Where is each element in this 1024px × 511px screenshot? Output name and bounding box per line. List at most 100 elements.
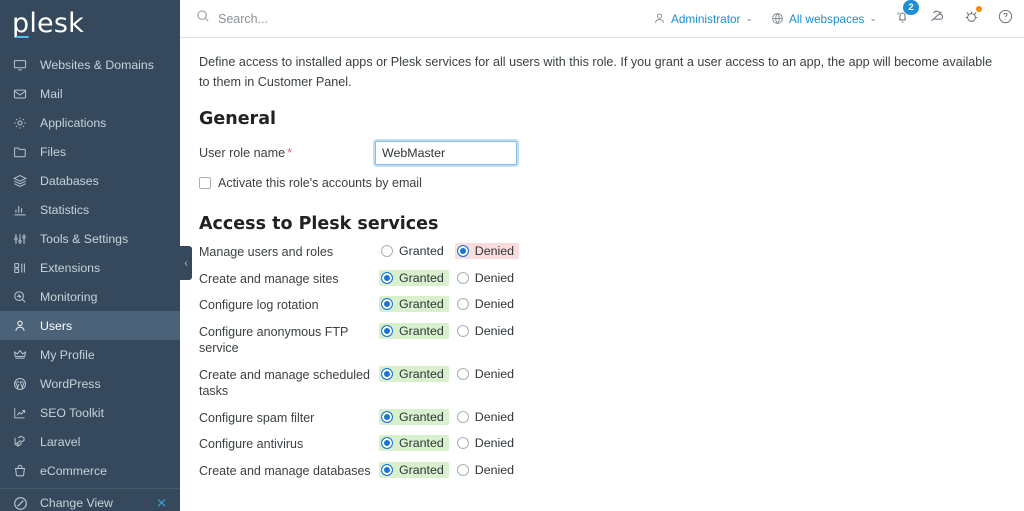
radio-label-granted: Granted — [399, 410, 444, 424]
sidebar-item-label: Applications — [40, 116, 106, 130]
webspaces-menu[interactable]: All webspaces ⌄ — [771, 12, 877, 26]
sidebar-item-statistics[interactable]: Statistics — [0, 195, 180, 224]
service-radio-group: Granted Denied — [379, 243, 519, 259]
sidebar-item-wordpress[interactable]: WordPress — [0, 369, 180, 398]
radio-label-granted: Granted — [399, 271, 444, 285]
service-row: Create and manage databasesGrantedDenied — [199, 462, 1004, 480]
sidebar-item-monitoring[interactable]: Monitoring — [0, 282, 180, 311]
radio-granted[interactable]: Granted — [379, 296, 449, 312]
radio-granted[interactable]: Granted — [379, 435, 449, 451]
sidebar: plesk Websites & Domains Mail Applications… — [0, 0, 180, 511]
radio-denied[interactable]: Denied — [455, 270, 519, 286]
radio-dot-denied[interactable] — [457, 437, 469, 449]
radio-denied[interactable]: Denied — [455, 435, 519, 451]
service-row: Configure antivirus Granted Denied — [199, 435, 1004, 453]
radio-denied[interactable]: Denied — [455, 323, 519, 339]
radio-denied[interactable]: Denied — [455, 462, 519, 478]
chevron-down-icon: ⌄ — [745, 14, 753, 23]
sidebar-item-databases[interactable]: Databases — [0, 166, 180, 195]
plesk-logo[interactable]: plesk — [0, 0, 180, 47]
radio-denied[interactable]: Denied — [455, 243, 519, 259]
radio-dot-denied[interactable] — [457, 325, 469, 337]
service-radio-group: Granted Denied — [379, 323, 519, 339]
radio-granted[interactable]: Granted — [379, 270, 449, 286]
sidebar-item-seo-toolkit[interactable]: SEO Toolkit — [0, 398, 180, 427]
webspaces-label: All webspaces — [789, 12, 864, 26]
radio-granted[interactable]: Granted — [379, 323, 449, 339]
sidebar-item-label: Extensions — [40, 261, 100, 275]
radio-dot-denied[interactable] — [457, 368, 469, 380]
radio-granted[interactable]: Granted — [379, 462, 449, 478]
administrator-label: Administrator — [671, 12, 741, 26]
radio-label-denied: Denied — [475, 297, 514, 311]
service-radio-group: Granted Denied — [379, 366, 519, 382]
globe-icon — [771, 12, 784, 25]
radio-denied[interactable]: Denied — [455, 366, 519, 382]
user-role-name-input[interactable] — [375, 141, 517, 165]
radio-dot-granted[interactable] — [381, 298, 393, 310]
radio-dot-granted[interactable] — [381, 368, 393, 380]
sidebar-item-label: eCommerce — [40, 464, 107, 478]
radio-dot-denied[interactable] — [457, 298, 469, 310]
cloud-slash-icon — [928, 7, 946, 30]
help-button[interactable] — [997, 8, 1014, 30]
close-icon[interactable]: ✕ — [156, 497, 167, 510]
sidebar-item-mail[interactable]: Mail — [0, 79, 180, 108]
cloud-status-button[interactable] — [928, 7, 946, 30]
sidebar-item-change-view[interactable]: Change View ✕ — [0, 488, 180, 511]
radio-denied[interactable]: Denied — [455, 409, 519, 425]
notifications-button[interactable]: 2 — [894, 8, 911, 30]
sidebar-item-label: Statistics — [40, 203, 89, 217]
sidebar-item-ecommerce[interactable]: eCommerce — [0, 456, 180, 485]
search-box[interactable] — [196, 9, 635, 28]
radio-dot-granted[interactable] — [381, 272, 393, 284]
search-input[interactable] — [218, 12, 478, 26]
activate-by-email-checkbox[interactable] — [199, 177, 211, 189]
radio-label-denied: Denied — [475, 436, 514, 450]
laravel-icon — [13, 434, 33, 450]
radio-dot-granted[interactable] — [381, 325, 393, 337]
radio-dot-denied[interactable] — [457, 464, 469, 476]
sidebar-item-tools-settings[interactable]: Tools & Settings — [0, 224, 180, 253]
service-name: Configure antivirus — [199, 435, 379, 453]
sidebar-item-label: Mail — [40, 87, 63, 101]
change-view-icon — [13, 495, 33, 511]
sidebar-item-my-profile[interactable]: My Profile — [0, 340, 180, 369]
radio-dot-denied[interactable] — [457, 245, 469, 257]
radio-granted[interactable]: Granted — [379, 243, 449, 259]
radio-granted[interactable]: Granted — [379, 409, 449, 425]
sidebar-item-applications[interactable]: Applications — [0, 108, 180, 137]
radio-label-granted: Granted — [399, 367, 444, 381]
service-row: Configure log rotationGrantedDenied — [199, 296, 1004, 314]
sidebar-item-websites-domains[interactable]: Websites & Domains — [0, 50, 180, 79]
radio-granted[interactable]: Granted — [379, 366, 449, 382]
sidebar-item-users[interactable]: Users — [0, 311, 180, 340]
security-button[interactable] — [963, 8, 980, 30]
activate-by-email-label: Activate this role's accounts by email — [218, 176, 422, 190]
radio-dot-granted[interactable] — [381, 245, 393, 257]
radio-label-granted: Granted — [399, 436, 444, 450]
folder-icon — [13, 144, 33, 160]
service-name: Configure anonymous FTP service — [199, 323, 379, 357]
services-section-title: Access to Plesk services — [199, 214, 1004, 234]
sidebar-item-label: Databases — [40, 174, 99, 188]
radio-dot-granted[interactable] — [381, 464, 393, 476]
monitoring-icon — [13, 289, 33, 305]
administrator-menu[interactable]: Administrator ⌄ — [653, 12, 753, 26]
sidebar-item-files[interactable]: Files — [0, 137, 180, 166]
sidebar-item-extensions[interactable]: Extensions — [0, 253, 180, 282]
radio-dot-denied[interactable] — [457, 411, 469, 423]
sidebar-collapse-toggle[interactable]: ‹ — [180, 246, 192, 280]
radio-dot-granted[interactable] — [381, 411, 393, 423]
radio-dot-denied[interactable] — [457, 272, 469, 284]
general-section-title: General — [199, 109, 1004, 129]
profile-icon — [13, 347, 33, 363]
required-mark: * — [287, 146, 292, 160]
radio-dot-granted[interactable] — [381, 437, 393, 449]
page-description: Define access to installed apps or Plesk… — [199, 53, 999, 92]
activate-by-email-row[interactable]: Activate this role's accounts by email — [199, 176, 1004, 190]
help-circle-icon — [997, 8, 1014, 30]
radio-denied[interactable]: Denied — [455, 296, 519, 312]
sidebar-item-laravel[interactable]: Laravel — [0, 427, 180, 456]
top-header: Administrator ⌄ All webspaces ⌄ — [180, 0, 1024, 38]
